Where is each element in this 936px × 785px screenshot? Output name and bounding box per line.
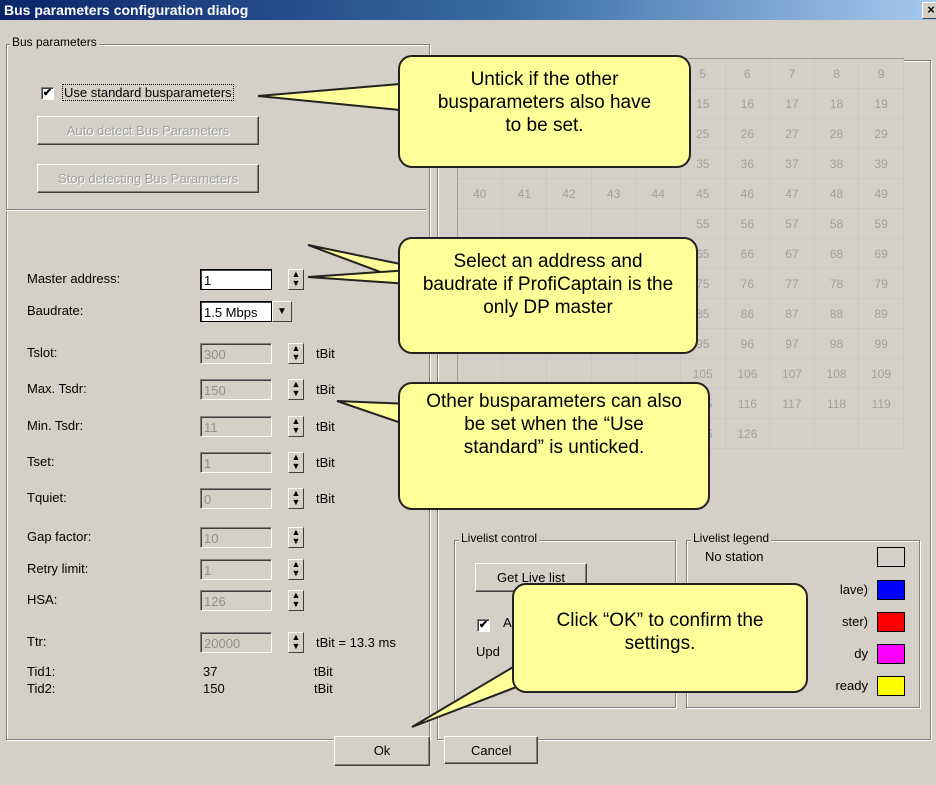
address-pointer-baud — [307, 268, 411, 286]
callout-other: Other busparameters can also be set when… — [398, 382, 710, 510]
untick-pointer — [257, 82, 401, 112]
callout-untick: Untick if the other busparameters also h… — [398, 55, 691, 168]
callout-ok: Click “OK” to confirm the settings. — [512, 583, 808, 693]
callout-address: Select an address and baudrate if ProfiC… — [398, 237, 698, 354]
